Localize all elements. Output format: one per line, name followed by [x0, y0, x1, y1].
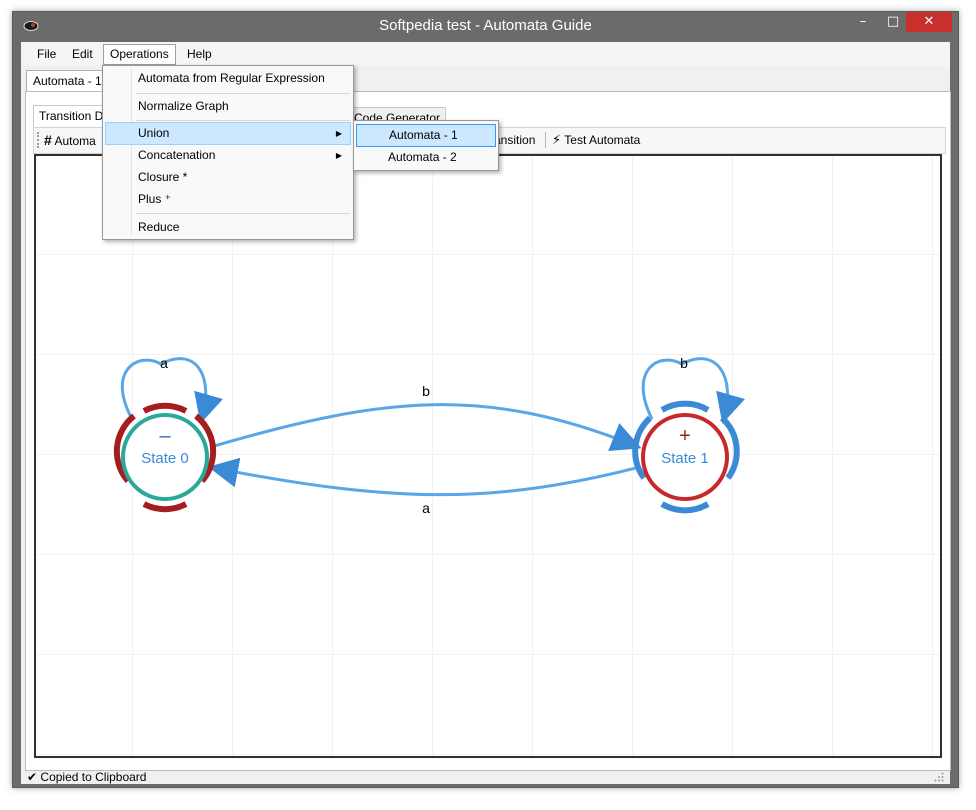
transition-label: a [422, 500, 430, 516]
submenu-item-automata-1[interactable]: Automata - 1 [356, 124, 496, 147]
menu-help[interactable]: Help [181, 45, 218, 64]
menu-item-closure[interactable]: Closure * [106, 167, 350, 188]
menu-separator [136, 93, 350, 94]
start-state-marker: – [159, 425, 171, 447]
menu-item-normalize-graph[interactable]: Normalize Graph [106, 96, 350, 117]
submenu-arrow-icon: ▶ [335, 129, 342, 138]
automata-tool-button[interactable]: # Automa [44, 131, 96, 149]
transition-diagram[interactable]: a b a b – State 0 + State 1 [36, 156, 940, 756]
title-bar[interactable]: Softpedia test - Automata Guide – □ ✕ [13, 12, 958, 42]
lightning-icon: ⚡︎ [552, 132, 562, 147]
diagram-canvas[interactable]: a b a b – State 0 + State 1 [34, 154, 942, 758]
operations-menu: Automata from Regular Expression Normali… [102, 65, 354, 240]
menu-item-concatenation[interactable]: Concatenation ▶ [106, 145, 350, 166]
union-submenu: Automata - 1 Automata - 2 [353, 120, 499, 171]
menu-item-plus[interactable]: Plus ⁺ [106, 189, 350, 210]
menu-separator [136, 120, 350, 121]
accept-state-marker: + [679, 425, 691, 447]
transition-label: b [422, 383, 430, 399]
document-tab[interactable]: Automata - 1 [26, 70, 109, 92]
minimize-button[interactable]: – [849, 12, 877, 32]
menu-item-automata-from-regex[interactable]: Automata from Regular Expression [106, 68, 350, 89]
transition-tool-button[interactable]: ansition [494, 131, 535, 149]
resize-grip-icon[interactable] [934, 772, 944, 782]
menu-bar: File Edit Operations Help [21, 42, 950, 66]
menu-item-union[interactable]: Union ▶ [105, 122, 351, 145]
menu-file[interactable]: File [31, 45, 62, 64]
close-button[interactable]: ✕ [906, 12, 952, 32]
status-bar: ✔︎ Copied to Clipboard [21, 770, 950, 784]
window-title: Softpedia test - Automata Guide [379, 17, 592, 34]
menu-operations[interactable]: Operations [103, 44, 176, 65]
submenu-arrow-icon: ▶ [335, 151, 342, 160]
menu-separator [136, 213, 350, 214]
checkmark-icon: ✔︎ [27, 770, 38, 784]
transition-label: a [160, 355, 168, 371]
toolbar-separator [545, 132, 546, 148]
transition-label: b [680, 355, 688, 371]
toolbar-grip [37, 132, 40, 148]
state-label: State 0 [141, 450, 189, 467]
transition-tool-label: ansition [494, 133, 536, 147]
maximize-button[interactable]: □ [879, 12, 907, 32]
tab-transition-diagram[interactable]: Transition D [33, 105, 110, 129]
test-automata-button[interactable]: ⚡︎ Test Automata [552, 131, 640, 149]
test-automata-label: Test Automata [564, 133, 641, 147]
automata-tool-label: Automa [54, 134, 96, 148]
menu-item-reduce[interactable]: Reduce [106, 217, 350, 238]
status-message-group: ✔︎ Copied to Clipboard [27, 770, 146, 784]
hash-icon: # [44, 132, 52, 148]
status-message: Copied to Clipboard [40, 770, 147, 784]
submenu-item-automata-2[interactable]: Automata - 2 [356, 147, 494, 168]
state-label: State 1 [661, 450, 709, 467]
menu-edit[interactable]: Edit [66, 45, 99, 64]
